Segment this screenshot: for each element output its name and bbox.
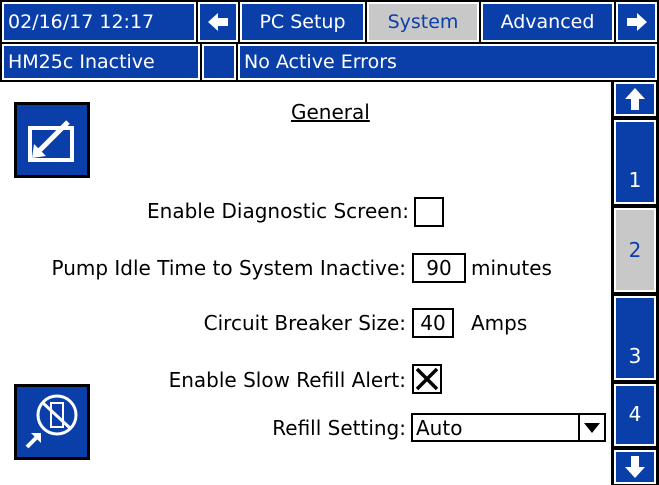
- datetime-display: 02/16/17 12:17: [2, 2, 196, 42]
- maintenance-button[interactable]: [14, 384, 90, 460]
- scroll-down-button[interactable]: [614, 450, 656, 484]
- dropdown-toggle[interactable]: [578, 415, 604, 440]
- edit-screen-button[interactable]: [14, 102, 90, 178]
- edit-screen-icon: [28, 120, 74, 162]
- status-indicator: [202, 44, 236, 80]
- refill-setting-value: Auto: [416, 415, 463, 440]
- arrow-down-icon: [625, 456, 645, 478]
- side-nav: 1 2 3 4: [611, 82, 659, 485]
- arrow-right-icon: [626, 13, 647, 31]
- breaker-unit: Amps: [471, 311, 528, 335]
- diagnostic-label: Enable Diagnostic Screen:: [147, 199, 409, 223]
- system-state: HM25c Inactive: [2, 44, 200, 80]
- refill-setting-select[interactable]: Auto: [411, 413, 606, 442]
- scroll-up-button[interactable]: [614, 82, 656, 116]
- arrow-up-icon: [625, 88, 645, 110]
- idle-time-field[interactable]: 90: [412, 253, 466, 283]
- arrow-left-icon: [208, 13, 228, 31]
- breaker-field[interactable]: 40: [412, 308, 454, 338]
- page-4-button[interactable]: 4: [614, 384, 656, 446]
- idle-time-label: Pump Idle Time to System Inactive:: [51, 256, 406, 280]
- error-status: No Active Errors: [238, 44, 657, 80]
- diagnostic-checkbox[interactable]: [414, 197, 444, 227]
- idle-time-unit: minutes: [471, 256, 552, 280]
- refill-setting-label: Refill Setting:: [272, 416, 406, 440]
- tab-pc-setup[interactable]: PC Setup: [240, 2, 365, 42]
- nav-right-button[interactable]: [616, 2, 657, 42]
- breaker-label: Circuit Breaker Size:: [203, 311, 406, 335]
- slow-refill-label: Enable Slow Refill Alert:: [168, 368, 406, 392]
- chevron-down-icon: [584, 422, 600, 433]
- maintenance-icon: [25, 394, 78, 449]
- page-3-button[interactable]: 3: [614, 296, 656, 380]
- checkmark-x-icon: [415, 367, 439, 391]
- slow-refill-checkbox[interactable]: [412, 364, 442, 394]
- header-bar: 02/16/17 12:17 PC Setup System Advanced: [0, 0, 659, 44]
- nav-left-button[interactable]: [198, 2, 238, 42]
- status-bar: HM25c Inactive No Active Errors: [0, 44, 659, 82]
- tab-advanced[interactable]: Advanced: [481, 2, 614, 42]
- page-1-button[interactable]: 1: [614, 120, 656, 204]
- page-2-button[interactable]: 2: [614, 208, 656, 292]
- tab-system[interactable]: System: [367, 2, 479, 42]
- page-title: General: [291, 100, 370, 124]
